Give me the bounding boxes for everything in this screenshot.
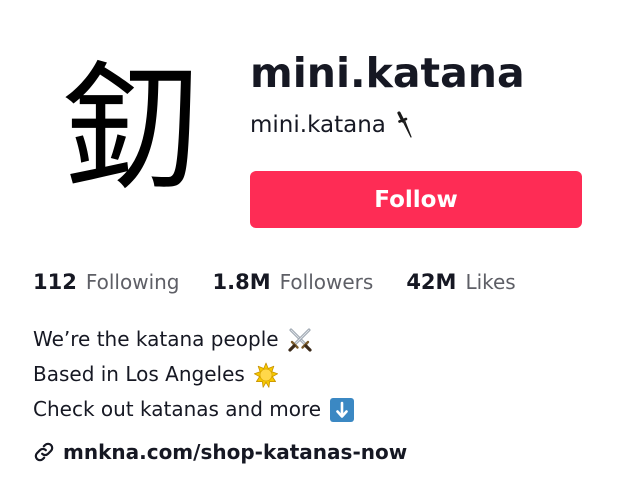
bio-line: Check out katanas and more — [33, 392, 355, 427]
stats-row: 112 Following 1.8M Followers 42M Likes — [33, 270, 516, 294]
stat-label: Likes — [465, 270, 516, 294]
page-title: mini.katana — [250, 49, 525, 97]
stat-following[interactable]: 112 Following — [33, 270, 180, 294]
stat-value: 1.8M — [212, 270, 271, 294]
profile-header: 釖 mini.katana mini.katana Follow — [0, 0, 622, 240]
stat-likes: 42M Likes — [406, 270, 515, 294]
bio-text: Based in Los Angeles — [33, 362, 245, 386]
stat-label: Following — [85, 270, 180, 294]
bio-line: We’re the katana people — [33, 322, 355, 357]
stat-label: Followers — [279, 270, 374, 294]
bio: We’re the katana people Based in Los Ang… — [33, 322, 355, 427]
dagger-icon — [397, 111, 412, 138]
follow-button[interactable]: Follow — [250, 171, 582, 228]
profile-link[interactable]: mnkna.com/shop-katanas-now — [33, 440, 407, 464]
nickname: mini.katana — [250, 112, 386, 138]
stat-value: 42M — [406, 270, 457, 294]
nickname-row: mini.katana — [250, 108, 418, 142]
avatar[interactable]: 釖 — [40, 42, 220, 217]
down-arrow-icon — [330, 397, 355, 422]
stat-value: 112 — [33, 270, 77, 294]
bio-line: Based in Los Angeles — [33, 357, 355, 392]
stat-followers[interactable]: 1.8M Followers — [213, 270, 374, 294]
crossed-swords-icon — [287, 328, 312, 352]
bio-text: We’re the katana people — [33, 327, 279, 351]
bio-text: Check out katanas and more — [33, 397, 322, 421]
sun-icon — [253, 362, 278, 388]
link-icon — [34, 442, 54, 462]
profile-link-text[interactable]: mnkna.com/shop-katanas-now — [63, 440, 407, 464]
